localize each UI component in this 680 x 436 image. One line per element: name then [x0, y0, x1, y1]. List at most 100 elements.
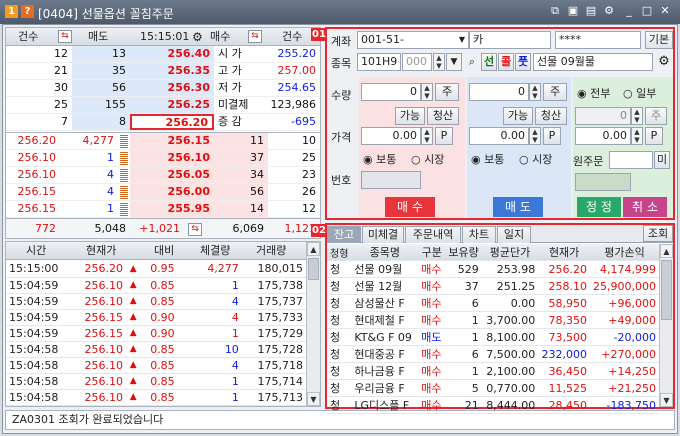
modify-qty-input[interactable]: 0	[575, 107, 631, 125]
close-type[interactable]: 청	[327, 396, 352, 414]
buy-unit-button[interactable]: 주	[435, 83, 459, 101]
position-row[interactable]: 청 하나금융 F 매수 1 2,100.00 36,450 +14,250	[327, 362, 659, 380]
cancel-order-button[interactable]: 취 소	[623, 197, 667, 217]
ask-row[interactable]: 30 56 256.30 저 가 254.65	[6, 80, 320, 97]
buy-price-spin-icon[interactable]: ▲ ▼	[421, 127, 433, 145]
bid-row[interactable]: 256.10 1 256.10 37 25	[6, 150, 320, 167]
scroll-thumb[interactable]	[308, 258, 319, 280]
close-type[interactable]: 청	[327, 379, 352, 397]
modify-price-input[interactable]: 0.00	[575, 127, 631, 145]
scroll-up-icon[interactable]: ▲	[660, 244, 673, 258]
modify-p-button[interactable]: P	[645, 127, 663, 145]
buy-p-button[interactable]: P	[435, 127, 453, 145]
current-price-box[interactable]: 256.20	[130, 114, 214, 130]
buy-market-radio[interactable]: ○ 시장	[411, 151, 444, 167]
ask-row[interactable]: 21 35 256.35 고 가 257.00	[6, 63, 320, 80]
ask-row[interactable]: 12 13 256.40 시 가 255.20	[6, 46, 320, 63]
bid-price[interactable]: 256.00	[130, 184, 214, 200]
position-row[interactable]: 청 선물 12월 매수 37 251.25 258.10 25,900,000	[327, 277, 659, 295]
tab-order-history[interactable]: 주문내역	[405, 226, 461, 243]
position-row[interactable]: 청 KT&G F 09 매도 1 8,100.00 73,500 -20,000	[327, 328, 659, 346]
dropdown-icon[interactable]: ▼	[446, 53, 462, 71]
buy-clear-button[interactable]: 청산	[427, 107, 459, 125]
window-link-icon[interactable]: ⧉	[548, 4, 562, 18]
scroll-thumb[interactable]	[661, 260, 672, 320]
code-sub-input[interactable]: 000	[402, 53, 432, 71]
bid-price[interactable]: 255.95	[130, 201, 214, 217]
all-radio[interactable]: ◉ 전부	[577, 85, 610, 101]
position-row[interactable]: 청 LG디스플 F 매수 21 8,444.00 28,450 -183,750	[327, 396, 659, 414]
sell-available-button[interactable]: 가능	[503, 107, 533, 125]
buy-price-input[interactable]: 0.00	[361, 127, 421, 145]
close-type[interactable]: 청	[327, 362, 352, 380]
close-type[interactable]: 청	[327, 260, 352, 278]
sell-normal-radio[interactable]: ◉ 보통	[471, 151, 504, 167]
positions-scrollbar[interactable]: ▲ ▼	[659, 244, 673, 407]
buy-submit-button[interactable]: 매 수	[385, 197, 435, 217]
sell-submit-button[interactable]: 매 도	[493, 197, 543, 217]
bid-row[interactable]: 256.10 4 256.05 34 23	[6, 167, 320, 184]
ask-row[interactable]: 25 155 256.25 미결제 123,986	[6, 97, 320, 114]
close-type[interactable]: 청	[327, 345, 352, 363]
buy-available-button[interactable]: 가능	[395, 107, 425, 125]
futures-button[interactable]: 선	[481, 53, 497, 71]
bid-price[interactable]: 256.10	[130, 150, 214, 166]
swap-icon[interactable]: ⇆	[58, 30, 72, 43]
orig-order-input[interactable]	[609, 151, 653, 169]
code-input[interactable]: 101H9	[357, 53, 401, 71]
close-icon[interactable]: ✕	[658, 4, 672, 18]
sell-qty-input[interactable]: 0	[469, 83, 529, 101]
buy-number-input[interactable]	[361, 171, 421, 189]
swap-icon-right[interactable]: ⇆	[248, 30, 262, 43]
ask-price[interactable]: 256.30	[130, 80, 214, 96]
tab-journal[interactable]: 일지	[497, 226, 531, 243]
close-type[interactable]: 청	[327, 294, 352, 312]
minimize-icon[interactable]: _	[622, 4, 636, 18]
position-row[interactable]: 청 삼성물산 F 매수 6 0.00 58,950 +96,000	[327, 294, 659, 312]
tab-chart[interactable]: 차트	[462, 226, 496, 243]
sell-price-input[interactable]: 0.00	[469, 127, 529, 145]
close-type[interactable]: 청	[327, 277, 352, 295]
password-field[interactable]: ****	[555, 31, 641, 49]
modify-qty-spin-icon[interactable]: ▲ ▼	[631, 107, 643, 125]
position-row[interactable]: 청 선물 09월 매수 529 253.98 256.20 4,174,999	[327, 260, 659, 278]
maximize-icon[interactable]: □	[640, 4, 654, 18]
swap-icon-totals[interactable]: ⇆	[188, 223, 202, 236]
put-button[interactable]: 풋	[515, 53, 531, 71]
gear-icon[interactable]: ⚙	[655, 53, 673, 71]
bid-row[interactable]: 256.15 1 255.95 14 12	[6, 201, 320, 218]
bid-price[interactable]: 256.05	[130, 167, 214, 183]
sell-market-radio[interactable]: ○ 시장	[519, 151, 552, 167]
modify-unit-button[interactable]: 주	[645, 107, 667, 125]
gear-icon[interactable]: ⚙	[192, 30, 206, 44]
close-type[interactable]: 청	[327, 311, 352, 329]
basic-button[interactable]: 기본	[645, 31, 673, 49]
sell-price-spin-icon[interactable]: ▲ ▼	[529, 127, 541, 145]
ask-price[interactable]: 256.25	[130, 97, 214, 113]
search-icon[interactable]: ⌕	[464, 53, 480, 71]
sell-unit-button[interactable]: 주	[543, 83, 567, 101]
code-spin-icon[interactable]: ▲ ▼	[433, 53, 445, 71]
tab-unfilled[interactable]: 미체결	[362, 226, 404, 243]
ask-price[interactable]: 256.35	[130, 63, 214, 79]
scroll-down-icon[interactable]: ▼	[660, 393, 673, 407]
scroll-up-icon[interactable]: ▲	[307, 242, 320, 256]
part-radio[interactable]: ○ 일부	[623, 85, 656, 101]
help-badge-icon[interactable]: ?	[21, 5, 34, 18]
close-type[interactable]: 청	[327, 328, 352, 346]
bid-row[interactable]: 256.15 4 256.00 56 26	[6, 184, 320, 201]
position-row[interactable]: 청 현대중공 F 매수 6 7,500.00 232,000 +270,000	[327, 345, 659, 363]
account-select[interactable]: 001-51- ▼	[357, 31, 469, 49]
position-row[interactable]: 청 현대제철 F 매수 1 3,700.00 78,350 +49,000	[327, 311, 659, 329]
buy-normal-radio[interactable]: ◉ 보통	[363, 151, 396, 167]
tab-balance[interactable]: 잔고	[327, 226, 361, 243]
sell-p-button[interactable]: P	[543, 127, 561, 145]
inquiry-button[interactable]: 조회	[643, 225, 673, 242]
mi-button[interactable]: 미	[654, 151, 670, 169]
buy-qty-input[interactable]: 0	[361, 83, 421, 101]
sell-qty-spin-icon[interactable]: ▲ ▼	[529, 83, 541, 101]
scroll-down-icon[interactable]: ▼	[307, 392, 320, 406]
buy-qty-spin-icon[interactable]: ▲ ▼	[421, 83, 433, 101]
bid-row[interactable]: 256.20 4,277 256.15 11 10	[6, 133, 320, 150]
call-button[interactable]: 콜	[498, 53, 514, 71]
